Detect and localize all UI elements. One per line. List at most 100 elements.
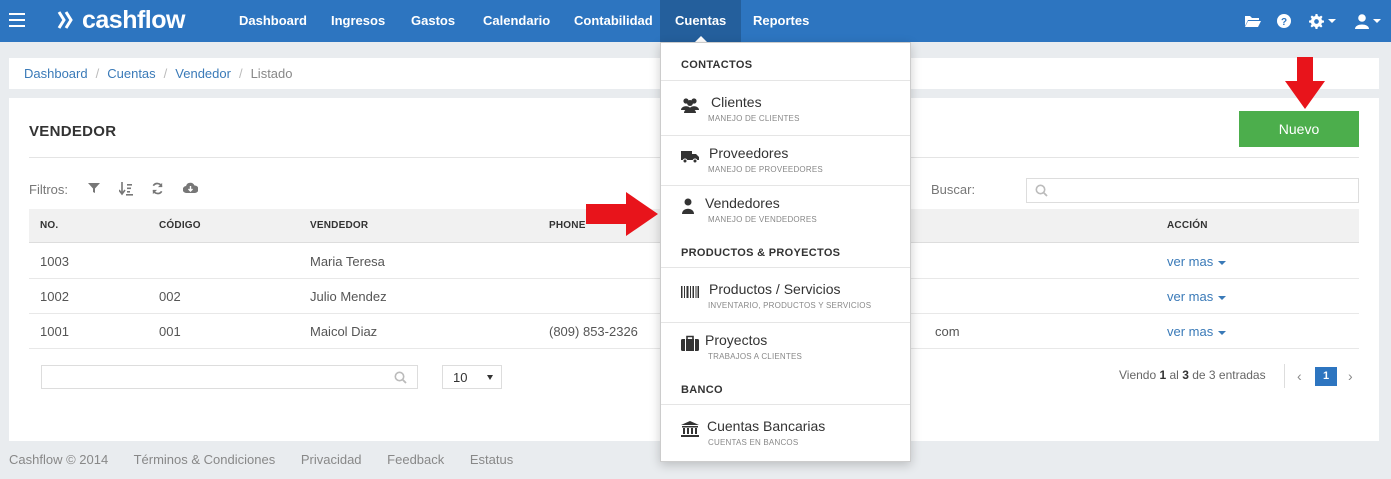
nav-dashboard[interactable]: Dashboard: [239, 0, 307, 42]
cell-vendedor: Maria Teresa: [310, 254, 385, 269]
filters-label: Filtros:: [29, 182, 68, 197]
caret-down-icon: [1328, 19, 1336, 23]
divider: [661, 404, 910, 405]
footer-feedback-link[interactable]: Feedback: [387, 452, 444, 467]
filter-icon[interactable]: [88, 182, 102, 196]
breadcrumb-separator: /: [95, 66, 100, 81]
section-header-banco: BANCO: [681, 384, 723, 396]
pagination-info-mid: al: [1166, 368, 1183, 382]
cell-codigo: 001: [159, 324, 181, 339]
red-arrow-down-annotation: [1285, 57, 1325, 109]
cell-codigo: 002: [159, 289, 181, 304]
ver-mas-label: ver mas: [1167, 324, 1214, 339]
col-codigo[interactable]: CÓDIGO: [159, 220, 201, 231]
ver-mas-dropdown[interactable]: ver mas: [1167, 324, 1227, 339]
footer-terminos-link[interactable]: Términos & Condiciones: [134, 452, 276, 467]
divider: [1284, 364, 1285, 388]
nav-gastos[interactable]: Gastos: [411, 0, 455, 42]
cell-phone: (809) 853-2326: [549, 324, 638, 339]
hamburger-menu-icon[interactable]: [9, 13, 25, 27]
nav-calendario[interactable]: Calendario: [483, 0, 550, 42]
pagination-info: Viendo 1 al 3 de 3 entradas: [1119, 368, 1266, 382]
page-size-value: 10: [453, 370, 468, 385]
menu-item-proyectos[interactable]: Proyectos TRABAJOS A CLIENTES: [661, 323, 910, 371]
col-vendedor[interactable]: VENDEDOR: [310, 220, 368, 231]
menu-item-subtitle: TRABAJOS A CLIENTES: [708, 352, 803, 361]
svg-text:?: ?: [1281, 17, 1287, 28]
menu-item-subtitle: MANEJO DE PROVEEDORES: [708, 165, 823, 174]
breadcrumb-dashboard[interactable]: Dashboard: [24, 66, 88, 81]
gear-icon[interactable]: [1309, 12, 1336, 30]
cell-vendedor: Maicol Diaz: [310, 324, 378, 339]
breadcrumb-vendedor[interactable]: Vendedor: [175, 66, 231, 81]
cell-no: 1001: [40, 324, 69, 339]
cloud-download-icon[interactable]: [182, 182, 199, 196]
menu-item-proveedores[interactable]: Proveedores MANEJO DE PROVEEDORES: [661, 136, 910, 184]
menu-item-cuentas-bancarias[interactable]: Cuentas Bancarias CUENTAS EN BANCOS: [661, 409, 910, 457]
footer-copyright: Cashflow © 2014: [9, 452, 109, 467]
ver-mas-label: ver mas: [1167, 289, 1214, 304]
pagination-info-prefix: Viendo: [1119, 368, 1160, 382]
nav-ingresos[interactable]: Ingresos: [331, 0, 385, 42]
page-size-select[interactable]: 10: [442, 365, 502, 389]
user-icon: [682, 198, 694, 214]
breadcrumb-current: Listado: [250, 66, 293, 81]
ver-mas-dropdown[interactable]: ver mas: [1167, 289, 1227, 304]
search-input[interactable]: [1026, 178, 1359, 203]
refresh-icon[interactable]: [151, 182, 165, 196]
page-1-button[interactable]: 1: [1315, 367, 1337, 386]
user-icon[interactable]: [1355, 12, 1381, 30]
breadcrumb-separator: /: [163, 66, 168, 81]
next-page-button[interactable]: ›: [1348, 368, 1353, 384]
col-phone[interactable]: PHONE: [549, 220, 586, 231]
menu-item-title: Vendedores: [705, 195, 780, 211]
divider: [661, 80, 910, 81]
ver-mas-dropdown[interactable]: ver mas: [1167, 254, 1227, 269]
top-navbar: cashflow Dashboard Ingresos Gastos Calen…: [0, 0, 1391, 42]
cell-vendedor: Julio Mendez: [310, 289, 387, 304]
cashflow-logo-icon: [57, 11, 73, 29]
menu-item-clientes[interactable]: Clientes MANEJO DE CLIENTES: [661, 85, 910, 133]
menu-item-productos-servicios[interactable]: Productos / Servicios INVENTARIO, PRODUC…: [661, 272, 910, 320]
menu-item-title: Proveedores: [709, 145, 789, 161]
bank-icon: [681, 421, 699, 437]
caret-down-icon: [1218, 330, 1227, 335]
search-icon: [394, 371, 407, 384]
footer-privacidad-link[interactable]: Privacidad: [301, 452, 362, 467]
footer: Cashflow © 2014 Términos & Condiciones P…: [9, 452, 535, 467]
brand-logo[interactable]: cashflow: [56, 6, 185, 34]
page-title: VENDEDOR: [29, 123, 117, 140]
truck-icon: [681, 151, 699, 164]
nav-contabilidad[interactable]: Contabilidad: [574, 0, 653, 42]
caret-down-icon: [1218, 295, 1227, 300]
section-header-contactos: CONTACTOS: [681, 59, 753, 71]
breadcrumb-cuentas[interactable]: Cuentas: [107, 66, 155, 81]
folder-open-icon[interactable]: [1244, 12, 1261, 30]
menu-item-subtitle: MANEJO DE VENDEDORES: [708, 215, 817, 224]
help-icon[interactable]: ?: [1277, 12, 1291, 30]
caret-down-icon: [487, 375, 493, 380]
section-header-productos-proyectos: PRODUCTOS & PROYECTOS: [681, 247, 841, 259]
caret-down-icon: [1373, 19, 1381, 23]
menu-item-title: Proyectos: [705, 332, 768, 348]
new-button[interactable]: Nuevo: [1239, 111, 1359, 147]
ver-mas-label: ver mas: [1167, 254, 1214, 269]
cell-no: 1003: [40, 254, 69, 269]
cell-no: 1002: [40, 289, 69, 304]
cell-email: com: [935, 324, 960, 339]
footer-estatus-link[interactable]: Estatus: [470, 452, 513, 467]
barcode-icon: [681, 286, 699, 298]
nav-cuentas[interactable]: Cuentas: [660, 0, 742, 42]
table-search-input[interactable]: [41, 365, 418, 389]
sort-icon[interactable]: [118, 182, 133, 196]
caret-down-icon: [1218, 260, 1227, 265]
pagination-info-suffix: de 3 entradas: [1188, 368, 1266, 382]
brand-name: cashflow: [82, 5, 185, 34]
search-label: Buscar:: [931, 182, 976, 197]
prev-page-button[interactable]: ‹: [1297, 368, 1302, 384]
col-no[interactable]: NO.: [40, 220, 58, 231]
nav-reportes[interactable]: Reportes: [753, 0, 809, 42]
col-accion: ACCIÓN: [1167, 220, 1208, 231]
menu-item-subtitle: MANEJO DE CLIENTES: [708, 114, 800, 123]
menu-item-vendedores[interactable]: Vendedores MANEJO DE VENDEDORES: [661, 186, 910, 234]
